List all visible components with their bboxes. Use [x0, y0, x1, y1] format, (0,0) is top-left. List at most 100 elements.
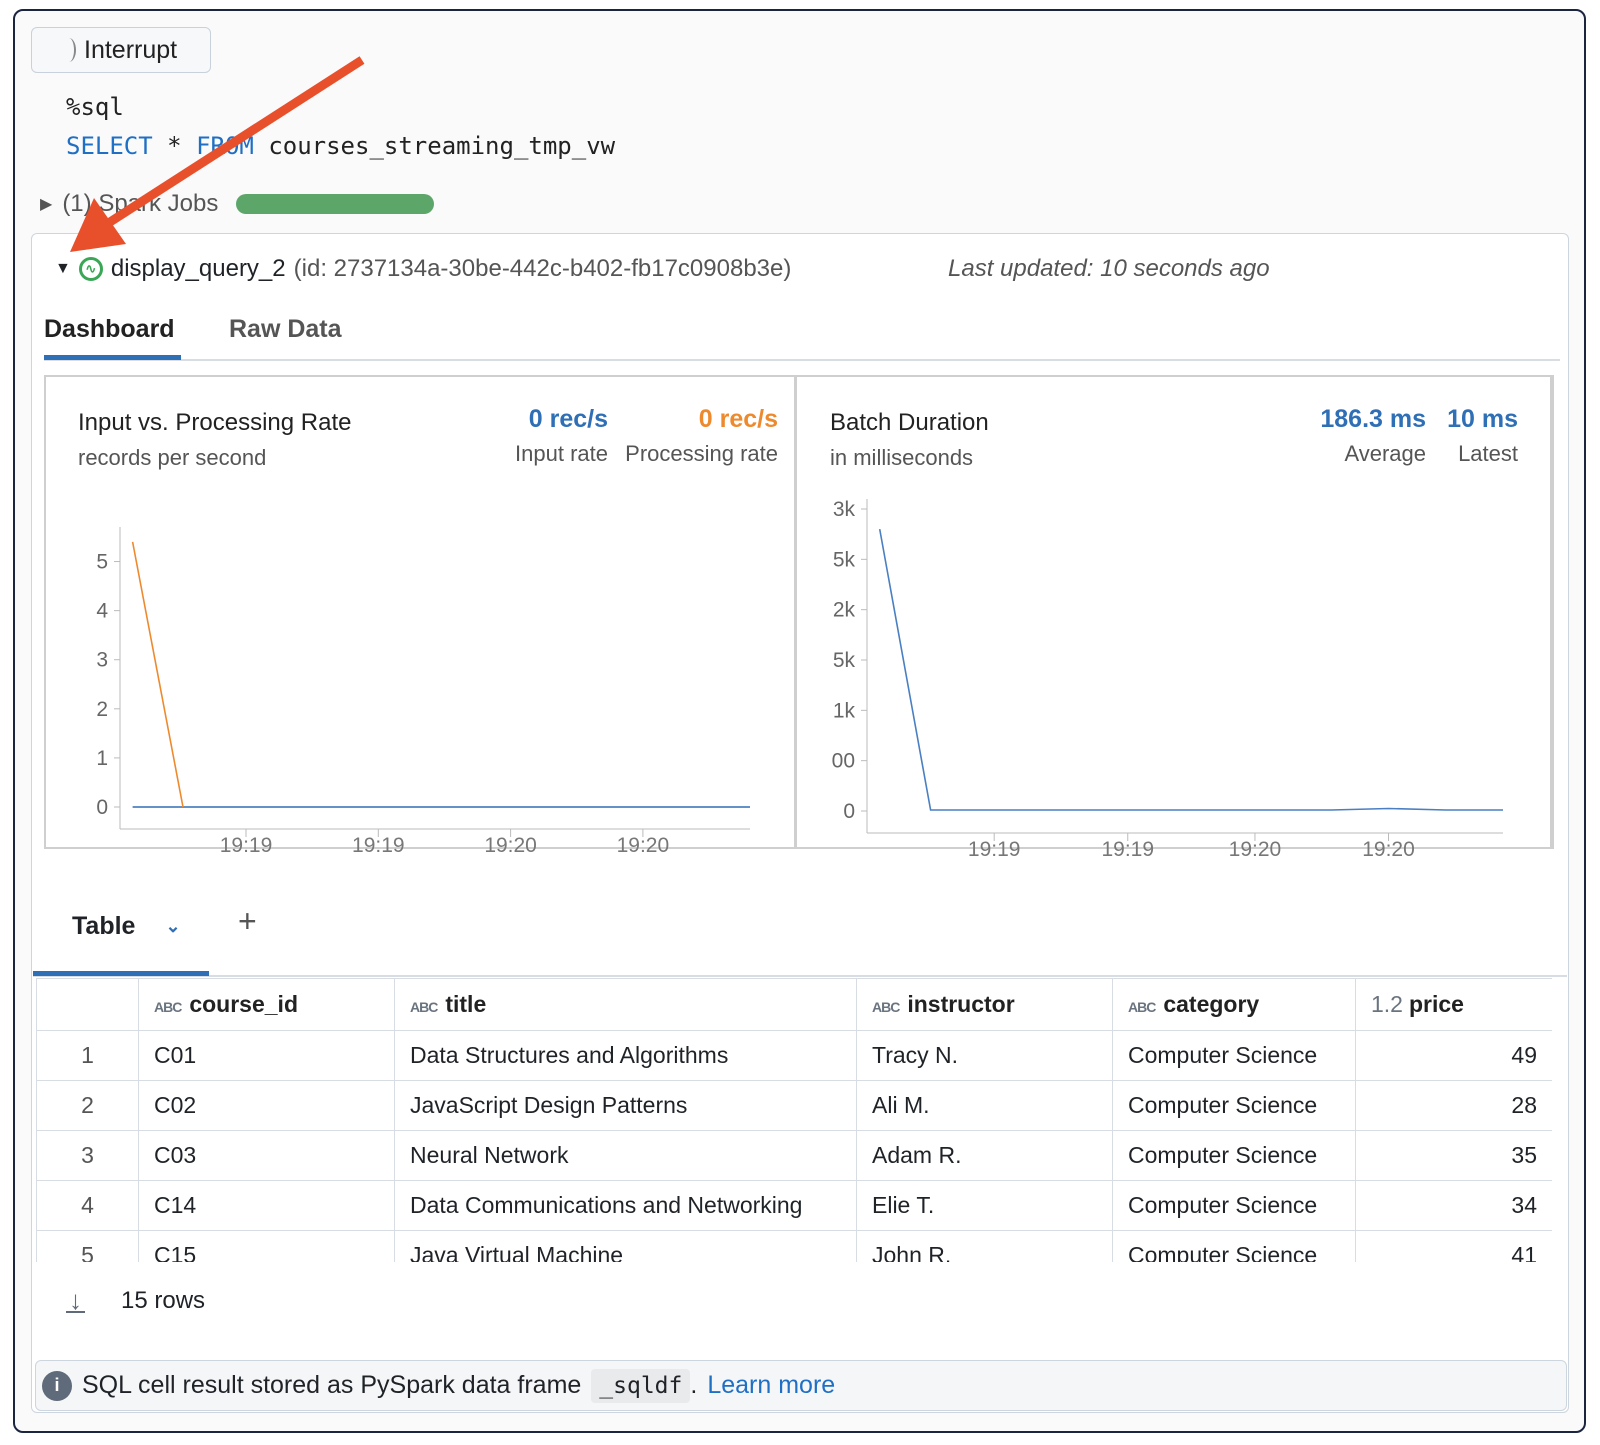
table-cell[interactable]: C14 — [138, 1180, 395, 1231]
table-cell[interactable]: Data Structures and Algorithms — [394, 1030, 857, 1081]
column-header[interactable]: ABC instructor — [856, 978, 1113, 1031]
table-cell[interactable]: Adam R. — [856, 1130, 1113, 1181]
download-icon[interactable]: ↓ — [66, 1287, 85, 1313]
y-tick-label: 5k — [833, 548, 856, 571]
table-cell[interactable]: 49 — [1355, 1030, 1552, 1081]
caret-down-icon[interactable]: ▼ — [55, 260, 71, 278]
spinner-icon — [62, 38, 76, 62]
x-tick-label: 19:19 — [220, 834, 273, 857]
table-cell[interactable]: C15 — [138, 1230, 395, 1262]
table-row[interactable]: 3 C03 Neural Network Adam R. Computer Scienc… — [36, 1130, 1552, 1181]
y-tick-label: 0 — [96, 796, 108, 819]
caret-right-icon: ▶ — [40, 196, 53, 213]
column-header[interactable]: ABC title — [394, 978, 857, 1031]
table-footer: ↓ 15 rows — [66, 1287, 205, 1315]
table-cell[interactable]: Computer Science — [1112, 1180, 1356, 1231]
column-header[interactable]: 1.2 price — [1355, 978, 1552, 1031]
query-header: ▼ ∿ display_query_2 (id: 2737134a-30be-4… — [55, 255, 791, 283]
tab-dashboard[interactable]: Dashboard — [44, 315, 175, 344]
table-cell[interactable]: Computer Science — [1112, 1230, 1356, 1262]
y-tick-label: 00 — [832, 750, 855, 773]
learn-more-link[interactable]: Learn more — [707, 1371, 835, 1400]
table-cell[interactable]: 35 — [1355, 1130, 1552, 1181]
x-tick-label: 19:19 — [968, 838, 1021, 861]
table-tab-divider — [33, 975, 1567, 977]
table-name: courses_streaming_tmp_vw — [268, 132, 616, 160]
viz-tab-table[interactable]: Table ⌄ — [72, 912, 181, 941]
tab-raw-data[interactable]: Raw Data — [229, 315, 342, 344]
table-cell[interactable]: Java Virtual Machine — [394, 1230, 857, 1262]
table-cell[interactable]: C01 — [138, 1030, 395, 1081]
table-cell[interactable]: 1 — [36, 1030, 139, 1081]
spark-jobs-toggle[interactable]: ▶ (1) Spark Jobs — [40, 190, 435, 218]
table-cell[interactable]: Computer Science — [1112, 1030, 1356, 1081]
x-tick-label: 19:20 — [1362, 838, 1415, 861]
y-tick-label: 1k — [833, 699, 856, 722]
query-id: (id: 2737134a-30be-442c-b402-fb17c0908b3… — [293, 255, 792, 282]
table-row[interactable]: 4 C14 Data Communications and Networking El… — [36, 1180, 1552, 1231]
table-cell[interactable]: 41 — [1355, 1230, 1552, 1262]
x-tick-label: 19:20 — [1229, 838, 1282, 861]
table-cell[interactable]: Computer Science — [1112, 1130, 1356, 1181]
info-banner: i SQL cell result stored as PySpark data… — [35, 1360, 1567, 1411]
spark-jobs-progress-bar — [236, 194, 435, 214]
table-header: ABC course_id ABC title ABC instructor ABC c… — [36, 978, 1552, 1031]
y-tick-label: 0 — [843, 800, 855, 823]
input-processing-rate-chart: 0 1 2 3 4 5 19:19 19:19 19:20 19:20 — [96, 527, 750, 857]
table-cell[interactable]: 5 — [36, 1230, 139, 1262]
code-magic: %sql — [66, 93, 124, 121]
keyword: SELECT — [66, 132, 153, 160]
table-cell[interactable]: Data Communications and Networking — [394, 1180, 857, 1231]
plus-icon[interactable]: + — [238, 903, 257, 940]
y-tick-label: 3k — [833, 498, 856, 521]
y-tick-label: 5 — [96, 551, 108, 574]
active-viz-indicator — [33, 971, 209, 976]
table-cell[interactable]: Ali M. — [856, 1080, 1113, 1131]
series-line — [878, 528, 1503, 811]
batch-duration-panel: Batch Duration in milliseconds 186.3 ms … — [797, 377, 1553, 861]
keyword: FROM — [196, 132, 254, 160]
table-cell[interactable]: 2 — [36, 1080, 139, 1131]
table-cell[interactable]: 28 — [1355, 1080, 1552, 1131]
string-type-icon: ABC — [154, 999, 182, 1015]
active-tab-indicator — [44, 355, 181, 360]
table-cell[interactable]: Neural Network — [394, 1130, 857, 1181]
info-icon: i — [42, 1370, 72, 1401]
y-tick-label: 4 — [96, 600, 108, 623]
y-tick-label: 1 — [96, 747, 108, 770]
table-cell[interactable]: C03 — [138, 1130, 395, 1181]
index-header — [36, 978, 139, 1031]
table-cell[interactable]: 3 — [36, 1130, 139, 1181]
streaming-active-icon: ∿ — [78, 257, 103, 281]
table-row[interactable]: 1 C01 Data Structures and Algorithms Tracy … — [36, 1030, 1552, 1081]
series-line — [131, 541, 184, 808]
batch-duration-chart: 0001k5k2k5k3k19:19 19:19 19:20 19:20 — [832, 498, 1503, 861]
chevron-down-icon[interactable]: ⌄ — [165, 916, 180, 937]
table-cell[interactable]: Elie T. — [856, 1180, 1113, 1231]
y-tick-label: 2k — [833, 599, 856, 622]
column-header[interactable]: ABC course_id — [138, 978, 395, 1031]
sqldf-variable: _sqldf — [591, 1368, 691, 1403]
tab-divider — [44, 359, 1560, 361]
table-row[interactable]: 5 C15 Java Virtual Machine John R. Computer … — [36, 1230, 1552, 1262]
results-table: ABC course_id ABC title ABC instructor ABC c… — [36, 978, 1552, 1262]
table-cell[interactable]: C02 — [138, 1080, 395, 1131]
y-tick-label: 2 — [96, 698, 108, 721]
table-cell[interactable]: Computer Science — [1112, 1080, 1356, 1131]
table-cell[interactable]: John R. — [856, 1230, 1113, 1262]
table-cell[interactable]: 4 — [36, 1180, 139, 1231]
x-tick-label: 19:20 — [617, 834, 670, 857]
x-tick-label: 19:19 — [1101, 838, 1154, 861]
query-name: display_query_2 — [110, 255, 286, 282]
interrupt-button[interactable]: Interrupt — [31, 27, 211, 73]
x-tick-label: 19:20 — [484, 834, 537, 857]
table-cell[interactable]: JavaScript Design Patterns — [394, 1080, 857, 1131]
column-header[interactable]: ABC category — [1112, 978, 1356, 1031]
string-type-icon: ABC — [1128, 999, 1156, 1015]
table-row[interactable]: 2 C02 JavaScript Design Patterns Ali M. Comp… — [36, 1080, 1552, 1131]
dashboard-charts: Input vs. Processing Rate records per se… — [44, 375, 1554, 861]
table-cell[interactable]: Tracy N. — [856, 1030, 1113, 1081]
y-tick-label: 5k — [833, 649, 856, 672]
table-cell[interactable]: 34 — [1355, 1180, 1552, 1231]
operator: * — [167, 132, 182, 160]
